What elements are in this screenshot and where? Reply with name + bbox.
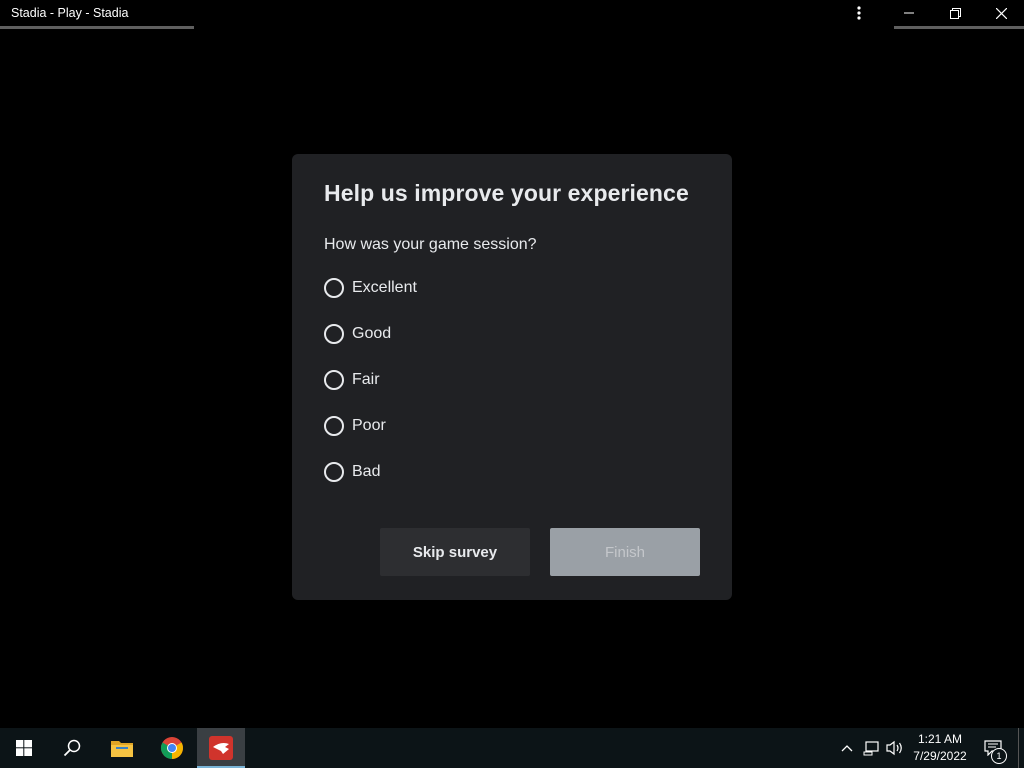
dialog-title: Help us improve your experience xyxy=(324,180,689,206)
option-label: Bad xyxy=(352,463,381,480)
option-fair[interactable]: Fair xyxy=(324,368,380,392)
window-title-bar: Stadia - Play - Stadia xyxy=(0,0,1024,30)
file-explorer-button[interactable] xyxy=(98,728,146,768)
windows-logo-icon xyxy=(16,740,32,756)
chevron-up-icon xyxy=(841,745,853,752)
taskbar: 1:21 AM 7/29/2022 1 xyxy=(0,728,1024,768)
close-button[interactable] xyxy=(978,0,1024,26)
clock-time: 1:21 AM xyxy=(917,732,963,746)
search-button[interactable] xyxy=(48,728,96,768)
option-label: Good xyxy=(352,325,392,342)
volume-button[interactable] xyxy=(884,728,906,768)
survey-dialog: Help us improve your experience How was … xyxy=(292,154,732,600)
stadia-button[interactable] xyxy=(197,728,245,768)
more-options-button[interactable] xyxy=(837,0,881,26)
show-hidden-icons-button[interactable] xyxy=(838,728,856,768)
taskbar-clock[interactable]: 1:21 AM 7/29/2022 xyxy=(906,731,974,765)
option-label: Fair xyxy=(352,371,380,388)
search-icon xyxy=(63,739,81,757)
finish-button[interactable]: Finish xyxy=(550,528,700,576)
option-excellent[interactable]: Excellent xyxy=(324,276,417,300)
show-desktop-button[interactable] xyxy=(1018,728,1019,768)
option-label: Excellent xyxy=(352,279,417,296)
start-button[interactable] xyxy=(0,728,48,768)
restore-icon xyxy=(949,7,961,19)
title-bar-accent-right xyxy=(894,26,1024,29)
notification-count-badge: 1 xyxy=(991,748,1007,764)
chrome-button[interactable] xyxy=(148,728,196,768)
chrome-icon xyxy=(161,737,183,759)
network-button[interactable] xyxy=(860,728,882,768)
option-poor[interactable]: Poor xyxy=(324,414,386,438)
radio-button[interactable] xyxy=(324,370,344,390)
more-vert-icon xyxy=(857,6,861,20)
title-bar-accent-left xyxy=(0,26,194,29)
minimize-button[interactable] xyxy=(886,0,932,26)
action-center-button[interactable]: 1 xyxy=(980,728,1007,768)
close-icon xyxy=(995,7,1007,19)
radio-button[interactable] xyxy=(324,416,344,436)
radio-button[interactable] xyxy=(324,278,344,298)
speaker-icon xyxy=(886,740,902,756)
survey-question: How was your game session? xyxy=(324,236,537,253)
radio-button[interactable] xyxy=(324,324,344,344)
network-icon xyxy=(863,741,879,756)
folder-icon xyxy=(111,741,133,757)
option-label: Poor xyxy=(352,417,386,434)
clock-date: 7/29/2022 xyxy=(913,749,967,763)
option-bad[interactable]: Bad xyxy=(324,460,380,484)
minimize-icon xyxy=(904,12,914,14)
option-good[interactable]: Good xyxy=(324,322,391,346)
window-title: Stadia - Play - Stadia xyxy=(11,6,129,20)
radio-button[interactable] xyxy=(324,462,344,482)
skip-survey-button[interactable]: Skip survey xyxy=(380,528,530,576)
restore-button[interactable] xyxy=(932,0,978,26)
stadia-icon xyxy=(209,736,233,760)
